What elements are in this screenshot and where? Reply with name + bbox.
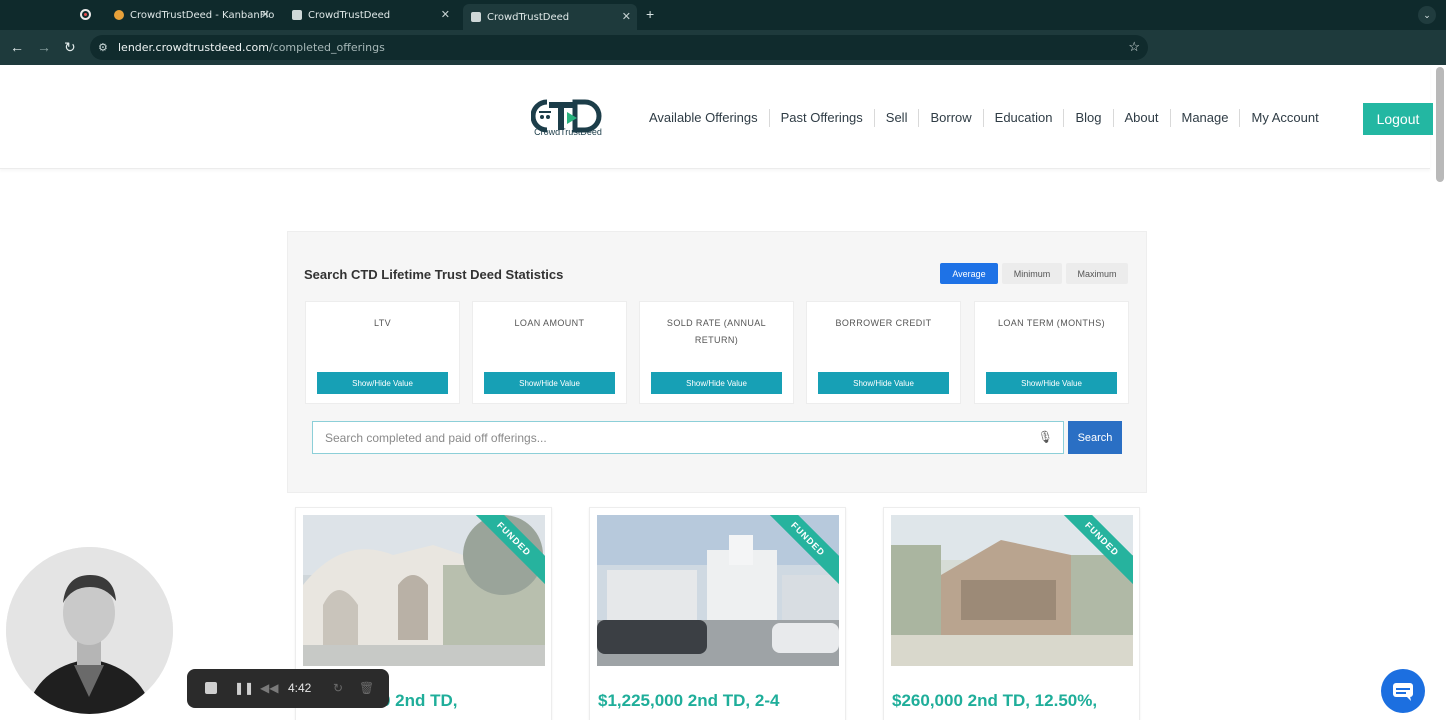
browser-tab-crowdtrustdeed-1[interactable]: CrowdTrustDeed ✕: [284, 4, 456, 26]
microphone-icon[interactable]: 🎙: [1038, 430, 1053, 444]
presenter-avatar: [6, 547, 173, 714]
browser-tab-crowdtrustdeed-active[interactable]: CrowdTrustDeed ✕: [463, 4, 637, 30]
stats-title: Search CTD Lifetime Trust Deed Statistic…: [304, 267, 564, 282]
tab-title: CrowdTrustDeed: [487, 11, 570, 23]
maximum-toggle-button[interactable]: Maximum: [1066, 263, 1128, 284]
close-tab-icon[interactable]: ✕: [261, 8, 270, 21]
close-tab-icon[interactable]: ✕: [441, 8, 450, 21]
reload-icon[interactable]: ↻: [64, 39, 76, 56]
rewind-icon[interactable]: ◀◀: [260, 681, 278, 695]
address-bar[interactable]: ⚙ lender.crowdtrustdeed.com/completed_of…: [90, 35, 1148, 60]
offering-card[interactable]: FUNDED $1,225,000 2nd TD, 2-4: [589, 507, 846, 720]
offerings-search-input[interactable]: Search completed and paid off offerings.…: [312, 421, 1064, 454]
forward-arrow-icon[interactable]: →: [37, 39, 51, 55]
show-hide-value-button[interactable]: Show/Hide Value: [317, 372, 448, 394]
stat-card-loan-term: LOAN TERM (MONTHS) Show/Hide Value: [974, 301, 1129, 404]
stat-card-sold-rate: SOLD RATE (ANNUAL RETURN) Show/Hide Valu…: [639, 301, 794, 404]
nav-borrow[interactable]: Borrow: [918, 109, 982, 127]
tab-title: CrowdTrustDeed - KanbanFlo: [130, 9, 275, 21]
search-button[interactable]: Search: [1068, 421, 1122, 454]
page-favicon-icon: [471, 12, 481, 22]
nav-manage[interactable]: Manage: [1169, 109, 1240, 127]
page-favicon-icon: [292, 10, 302, 20]
restart-icon[interactable]: ↻: [333, 681, 343, 695]
browser-tab-kanbanflow[interactable]: CrowdTrustDeed - KanbanFlo ✕: [104, 4, 276, 26]
stat-card-borrower-credit: BORROWER CREDIT Show/Hide Value: [806, 301, 961, 404]
new-tab-icon[interactable]: +: [646, 6, 654, 22]
offering-title[interactable]: $260,000 2nd TD, 12.50%,: [892, 688, 1139, 714]
chat-launcher-button[interactable]: [1381, 669, 1425, 713]
nav-my-account[interactable]: My Account: [1239, 109, 1329, 127]
stat-card-ltv: LTV Show/Hide Value: [305, 301, 460, 404]
offering-card[interactable]: FUNDED $260,000 2nd TD, 12.50%,: [883, 507, 1140, 720]
browser-tab-bar: CrowdTrustDeed - KanbanFlo ✕ CrowdTrustD…: [0, 0, 1446, 30]
logout-button[interactable]: Logout: [1363, 103, 1433, 135]
close-tab-icon[interactable]: ✕: [622, 10, 631, 23]
nav-about[interactable]: About: [1112, 109, 1170, 127]
kanbanflow-favicon-icon: [114, 10, 124, 20]
browser-toolbar: ← → ↻ ⚙ lender.crowdtrustdeed.com/comple…: [0, 30, 1446, 85]
nav-past-offerings[interactable]: Past Offerings: [768, 109, 874, 127]
url-text: lender.crowdtrustdeed.com/completed_offe…: [118, 41, 385, 54]
nav-available-offerings[interactable]: Available Offerings: [638, 109, 769, 127]
stop-recording-icon[interactable]: [205, 682, 217, 694]
bookmark-star-icon[interactable]: ☆: [1128, 39, 1140, 55]
stat-label: SOLD RATE (ANNUAL RETURN): [666, 318, 767, 345]
tab-search-chevron-icon[interactable]: ⌄: [1418, 6, 1436, 24]
site-settings-icon[interactable]: ⚙: [98, 41, 108, 54]
show-hide-value-button[interactable]: Show/Hide Value: [651, 372, 782, 394]
show-hide-value-button[interactable]: Show/Hide Value: [818, 372, 949, 394]
property-photo: FUNDED: [891, 515, 1133, 666]
pause-icon[interactable]: ❚❚: [234, 681, 254, 695]
nav-sell[interactable]: Sell: [873, 109, 919, 127]
stat-card-loan-amount: LOAN AMOUNT Show/Hide Value: [472, 301, 627, 404]
logo-wordmark: CrowdTrustDeed: [534, 127, 602, 137]
show-hide-value-button[interactable]: Show/Hide Value: [484, 372, 615, 394]
show-hide-value-button[interactable]: Show/Hide Value: [986, 372, 1117, 394]
recording-controls: ❚❚ ◀◀ 4:42 ↻ 🗑: [187, 669, 389, 708]
nav-education[interactable]: Education: [982, 109, 1064, 127]
stat-label: LOAN TERM (MONTHS): [997, 318, 1106, 328]
page-scrollbar[interactable]: [1436, 67, 1444, 182]
webcam-overlay: [6, 547, 173, 714]
url-path: /completed_offerings: [268, 41, 385, 54]
search-placeholder: Search completed and paid off offerings.…: [325, 431, 547, 445]
stat-label: LOAN AMOUNT: [514, 318, 585, 328]
site-header: CrowdTrustDeed Available Offerings Past …: [0, 65, 1433, 169]
nav-blog[interactable]: Blog: [1063, 109, 1112, 127]
chat-bubble-icon: [1393, 683, 1413, 701]
property-photo: FUNDED: [303, 515, 545, 666]
web-page: CrowdTrustDeed Available Offerings Past …: [0, 65, 1446, 720]
back-arrow-icon[interactable]: ←: [10, 39, 24, 55]
url-host: lender.crowdtrustdeed.com: [118, 41, 269, 54]
tab-title: CrowdTrustDeed: [308, 9, 391, 21]
recording-indicator-icon: [80, 9, 91, 20]
offering-title[interactable]: $1,225,000 2nd TD, 2-4: [598, 688, 845, 714]
stats-panel: Search CTD Lifetime Trust Deed Statistic…: [287, 231, 1147, 493]
minimum-toggle-button[interactable]: Minimum: [1002, 263, 1062, 284]
recording-timer: 4:42: [288, 681, 312, 695]
main-navigation: Available Offerings Past Offerings Sell …: [638, 109, 1330, 127]
property-photo: FUNDED: [597, 515, 839, 666]
average-toggle-button[interactable]: Average: [940, 263, 998, 284]
offering-title[interactable]: 0 2nd TD,: [381, 688, 551, 714]
stat-label: LTV: [373, 318, 392, 328]
delete-icon[interactable]: 🗑: [359, 681, 374, 695]
stat-label: BORROWER CREDIT: [835, 318, 932, 328]
